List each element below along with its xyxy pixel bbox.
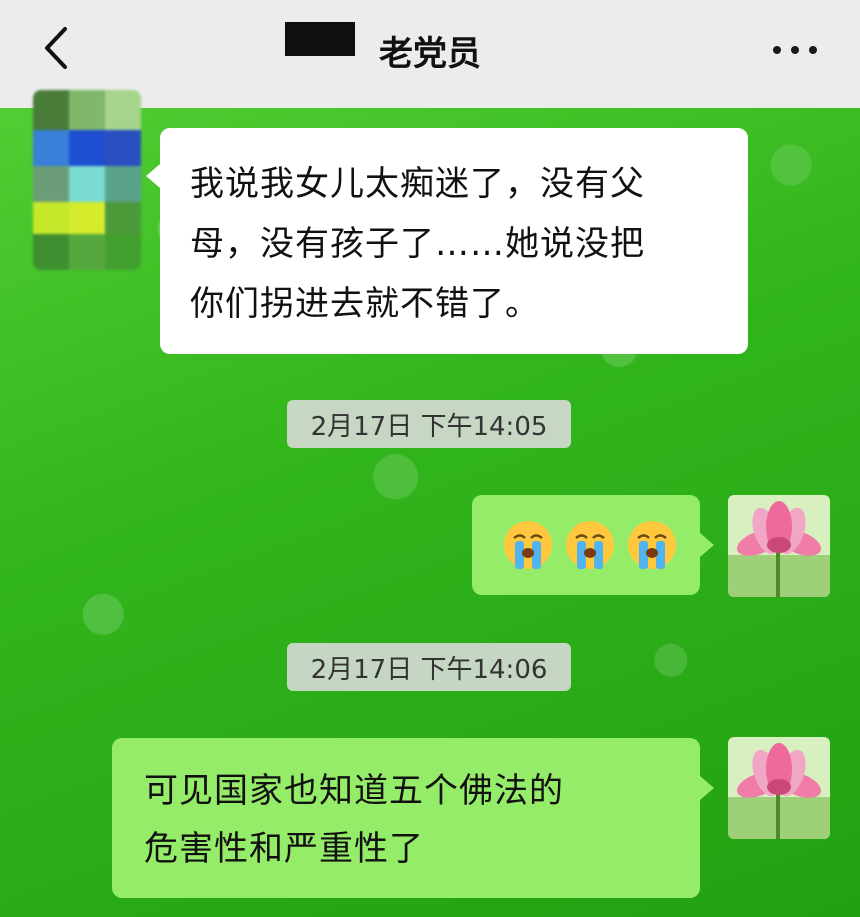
- loudly-crying-face-icon: [628, 521, 676, 569]
- lotus-flower-icon: [728, 737, 830, 839]
- outgoing-message-bubble[interactable]: 可见国家也知道五个佛法的 危害性和严重性了: [112, 738, 714, 898]
- timestamp: 2月17日 下午14:05: [287, 400, 571, 448]
- loudly-crying-face-icon: [504, 521, 552, 569]
- more-dot: [809, 46, 817, 54]
- more-dot: [773, 46, 781, 54]
- emoji-row: [502, 519, 678, 571]
- message-text: 我说我女儿太痴迷了，没有父 母，没有孩子了……她说没把 你们拐进去就不错了。: [190, 154, 726, 334]
- lotus-flower-avatar[interactable]: [728, 495, 830, 597]
- loudly-crying-face-icon: [566, 521, 614, 569]
- timestamp: 2月17日 下午14:06: [287, 643, 571, 691]
- bubble-tail: [700, 776, 714, 800]
- bubble-tail: [146, 164, 160, 188]
- lotus-flower-icon: [728, 495, 830, 597]
- message-text: 可见国家也知道五个佛法的 危害性和严重性了: [144, 762, 678, 878]
- lotus-flower-avatar[interactable]: [728, 737, 830, 839]
- more-dot: [791, 46, 799, 54]
- bubble-tail: [700, 533, 714, 557]
- sender-avatar-pixelated[interactable]: [33, 90, 141, 270]
- more-button[interactable]: [760, 30, 830, 70]
- message-line: 母，没有孩子了……她说没把: [190, 224, 645, 264]
- message-line: 危害性和严重性了: [144, 829, 424, 869]
- chat-screen: 老党员 我说我女儿太痴迷了，没有父 母，没有孩子了……她说没把 你们拐进去就不错…: [0, 0, 860, 917]
- message-line: 你们拐进去就不错了。: [190, 284, 540, 324]
- incoming-message-bubble[interactable]: 我说我女儿太痴迷了，没有父 母，没有孩子了……她说没把 你们拐进去就不错了。: [146, 128, 748, 354]
- message-line: 我说我女儿太痴迷了，没有父: [190, 164, 645, 204]
- message-line: 可见国家也知道五个佛法的: [144, 771, 564, 811]
- outgoing-message-bubble[interactable]: [472, 495, 714, 595]
- chat-title: 老党员: [379, 33, 481, 74]
